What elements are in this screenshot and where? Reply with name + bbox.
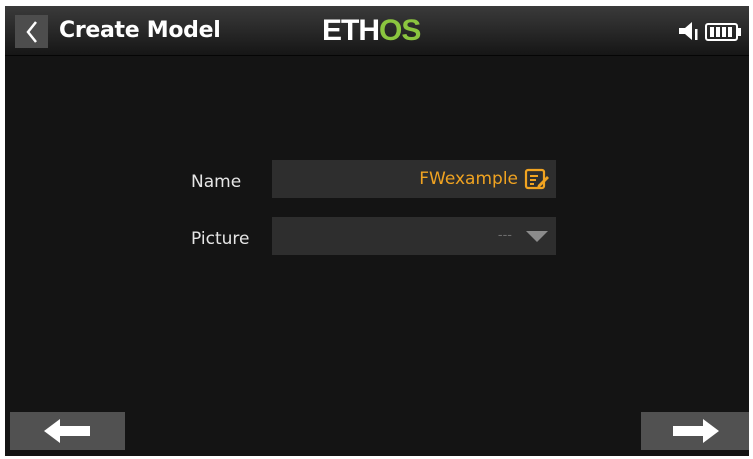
name-label: Name bbox=[191, 172, 242, 192]
name-field[interactable]: FWexample bbox=[272, 160, 556, 198]
header-bar: Create Model ETHOS bbox=[5, 6, 749, 56]
arrow-left-icon bbox=[43, 419, 90, 443]
logo-part-eth: ETH bbox=[322, 14, 380, 47]
header-divider bbox=[5, 55, 749, 56]
picture-dropdown[interactable]: --- bbox=[272, 217, 556, 255]
picture-label: Picture bbox=[191, 229, 250, 249]
page-title: Create Model bbox=[59, 18, 221, 43]
speaker-icon[interactable] bbox=[677, 20, 703, 42]
edit-icon[interactable] bbox=[524, 168, 550, 190]
chevron-down-icon bbox=[526, 231, 548, 242]
next-button[interactable] bbox=[641, 412, 749, 450]
picture-value: --- bbox=[497, 228, 512, 243]
back-button[interactable] bbox=[15, 15, 48, 48]
ethos-logo: ETHOS bbox=[322, 14, 421, 47]
arrow-right-icon bbox=[673, 419, 719, 443]
logo-part-os: OS bbox=[379, 14, 421, 47]
back-chevron-icon bbox=[25, 20, 37, 43]
previous-button[interactable] bbox=[10, 412, 125, 450]
battery-icon bbox=[705, 23, 741, 41]
radio-screen: Create Model ETHOS Name FWexample Pictur… bbox=[5, 6, 749, 456]
name-value: FWexample bbox=[419, 169, 518, 189]
